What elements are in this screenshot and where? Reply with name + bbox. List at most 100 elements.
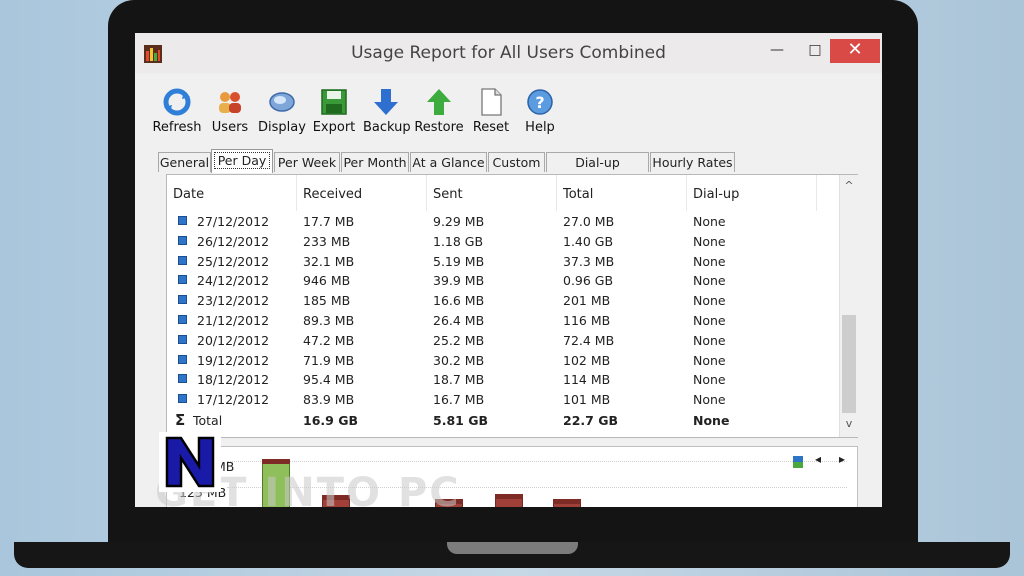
tab-per-week[interactable]: Per Week	[274, 152, 340, 172]
cell-received: 95.4 MB	[303, 372, 355, 388]
scroll-up-icon[interactable]: ^	[840, 179, 858, 192]
tab-dialup-sessions[interactable]: Dial-up Sessions	[546, 152, 649, 189]
chart-next-button[interactable]: ▸	[839, 452, 845, 466]
maximize-button[interactable]: □	[800, 39, 830, 63]
cell-total: 1.40 GB	[563, 233, 614, 249]
users-button[interactable]: Users	[207, 87, 253, 135]
day-icon	[178, 275, 187, 285]
cell-date: 24/12/2012	[197, 273, 270, 289]
display-label: Display	[258, 120, 306, 135]
scroll-thumb[interactable]	[842, 315, 856, 413]
tab-per-day[interactable]: Per Day	[211, 149, 273, 173]
tab-hourly-rates[interactable]: Hourly Rates	[650, 152, 735, 172]
tab-general[interactable]: General	[158, 152, 211, 172]
column-header-sent[interactable]: Sent	[427, 175, 557, 211]
cell-date: 27/12/2012	[197, 214, 270, 229]
reset-label: Reset	[472, 120, 510, 135]
title-bar: Usage Report for All Users Combined — □ …	[135, 33, 882, 73]
cell-date: 23/12/2012	[197, 293, 270, 309]
cell-dialup: None	[693, 214, 726, 229]
day-icon	[178, 394, 187, 404]
cell-sent: 16.7 MB	[433, 392, 485, 408]
table-row[interactable]: 17/12/2012 83.9 MB 16.7 MB 101 MB None	[167, 390, 837, 410]
close-button[interactable]: ✕	[830, 39, 880, 63]
table-total-row[interactable]: Σ Total 16.9 GB 5.81 GB 22.7 GB None	[167, 411, 837, 431]
total-total: 22.7 GB	[563, 413, 618, 428]
cell-received: 185 MB	[303, 293, 351, 309]
export-label: Export	[312, 120, 356, 135]
svg-text:?: ?	[535, 93, 544, 112]
save-icon	[321, 89, 347, 115]
cell-dialup: None	[693, 233, 726, 249]
cell-dialup: None	[693, 313, 726, 328]
table-row[interactable]: 19/12/2012 71.9 MB 30.2 MB 102 MB None	[167, 351, 837, 371]
app-window: Usage Report for All Users Combined — □ …	[135, 33, 882, 507]
table-row[interactable]: 20/12/2012 47.2 MB 25.2 MB 72.4 MB None	[167, 331, 837, 351]
table-row[interactable]: 24/12/2012 946 MB 39.9 MB 0.96 GB None	[167, 271, 837, 291]
day-icon	[178, 374, 187, 384]
day-icon	[178, 315, 187, 324]
tab-per-month[interactable]: Per Month	[341, 152, 409, 172]
chart-bar	[553, 499, 581, 507]
cell-date: 25/12/2012	[197, 253, 270, 269]
column-header-total[interactable]: Total	[557, 175, 687, 211]
cell-received: 89.3 MB	[303, 313, 355, 328]
cell-total: 27.0 MB	[563, 214, 615, 229]
day-icon	[178, 354, 187, 364]
table-row[interactable]: 26/12/2012 233 MB 1.18 GB 1.40 GB None	[167, 232, 837, 252]
refresh-label: Refresh	[152, 120, 202, 135]
scroll-down-icon[interactable]: v	[840, 417, 858, 430]
display-icon	[269, 92, 295, 112]
restore-label: Restore	[414, 120, 464, 135]
cell-total: 0.96 GB	[563, 273, 614, 289]
cell-total: 37.3 MB	[563, 253, 615, 269]
cell-sent: 16.6 MB	[433, 293, 485, 309]
table-row[interactable]: 21/12/2012 89.3 MB 26.4 MB 116 MB None	[167, 311, 837, 331]
cell-dialup: None	[693, 273, 726, 289]
display-button[interactable]: Display	[257, 87, 307, 135]
total-received: 16.9 GB	[303, 413, 358, 428]
cell-total: 102 MB	[563, 352, 611, 368]
restore-button[interactable]: Restore	[413, 87, 465, 135]
cell-received: 946 MB	[303, 273, 351, 289]
tab-custom[interactable]: Custom	[488, 152, 545, 172]
minimize-button[interactable]: —	[762, 39, 792, 63]
usage-table: Date Received Sent Total Dial-up 27/12/2…	[166, 174, 858, 438]
export-button[interactable]: Export	[311, 87, 357, 135]
cell-dialup: None	[693, 352, 726, 368]
legend-icon[interactable]	[793, 456, 803, 468]
backup-button[interactable]: Backup	[363, 87, 411, 135]
cell-dialup: None	[693, 253, 726, 269]
cell-date: 19/12/2012	[197, 352, 270, 368]
cell-received: 233 MB	[303, 233, 351, 249]
chart-bar	[495, 494, 523, 507]
n-logo-icon	[159, 432, 221, 492]
table-row[interactable]: 18/12/2012 95.4 MB 18.7 MB 114 MB None	[167, 370, 837, 390]
help-label: Help	[525, 120, 555, 135]
table-row[interactable]: 23/12/2012 185 MB 16.6 MB 201 MB None	[167, 291, 837, 311]
users-icon	[219, 92, 241, 113]
cell-dialup: None	[693, 392, 726, 408]
cell-date: 26/12/2012	[197, 233, 270, 249]
reset-button[interactable]: Reset	[469, 87, 513, 135]
refresh-icon	[163, 88, 191, 116]
vertical-scrollbar[interactable]: ^ v	[839, 175, 858, 437]
help-button[interactable]: ? Help	[521, 87, 559, 135]
chart-bar-cap	[262, 459, 290, 464]
backup-label: Backup	[363, 120, 411, 135]
cell-received: 83.9 MB	[303, 392, 355, 408]
column-header-date[interactable]: Date	[167, 175, 297, 211]
cell-sent: 18.7 MB	[433, 372, 485, 388]
help-icon: ?	[527, 89, 553, 115]
chart-prev-button[interactable]: ◂	[815, 452, 821, 466]
refresh-button[interactable]: Refresh	[151, 87, 203, 135]
chart-bar-cap	[553, 499, 581, 504]
table-row[interactable]: 25/12/2012 32.1 MB 5.19 MB 37.3 MB None	[167, 252, 837, 272]
table-row[interactable]: 27/12/2012 17.7 MB 9.29 MB 27.0 MB None	[167, 212, 837, 232]
column-header-dialup[interactable]: Dial-up	[687, 175, 817, 211]
column-header-received[interactable]: Received	[297, 175, 427, 211]
cell-received: 71.9 MB	[303, 352, 355, 368]
tab-at-a-glance[interactable]: At a Glance	[410, 152, 487, 172]
arrow-up-icon	[427, 89, 451, 115]
chart-bar-cap	[495, 494, 523, 499]
